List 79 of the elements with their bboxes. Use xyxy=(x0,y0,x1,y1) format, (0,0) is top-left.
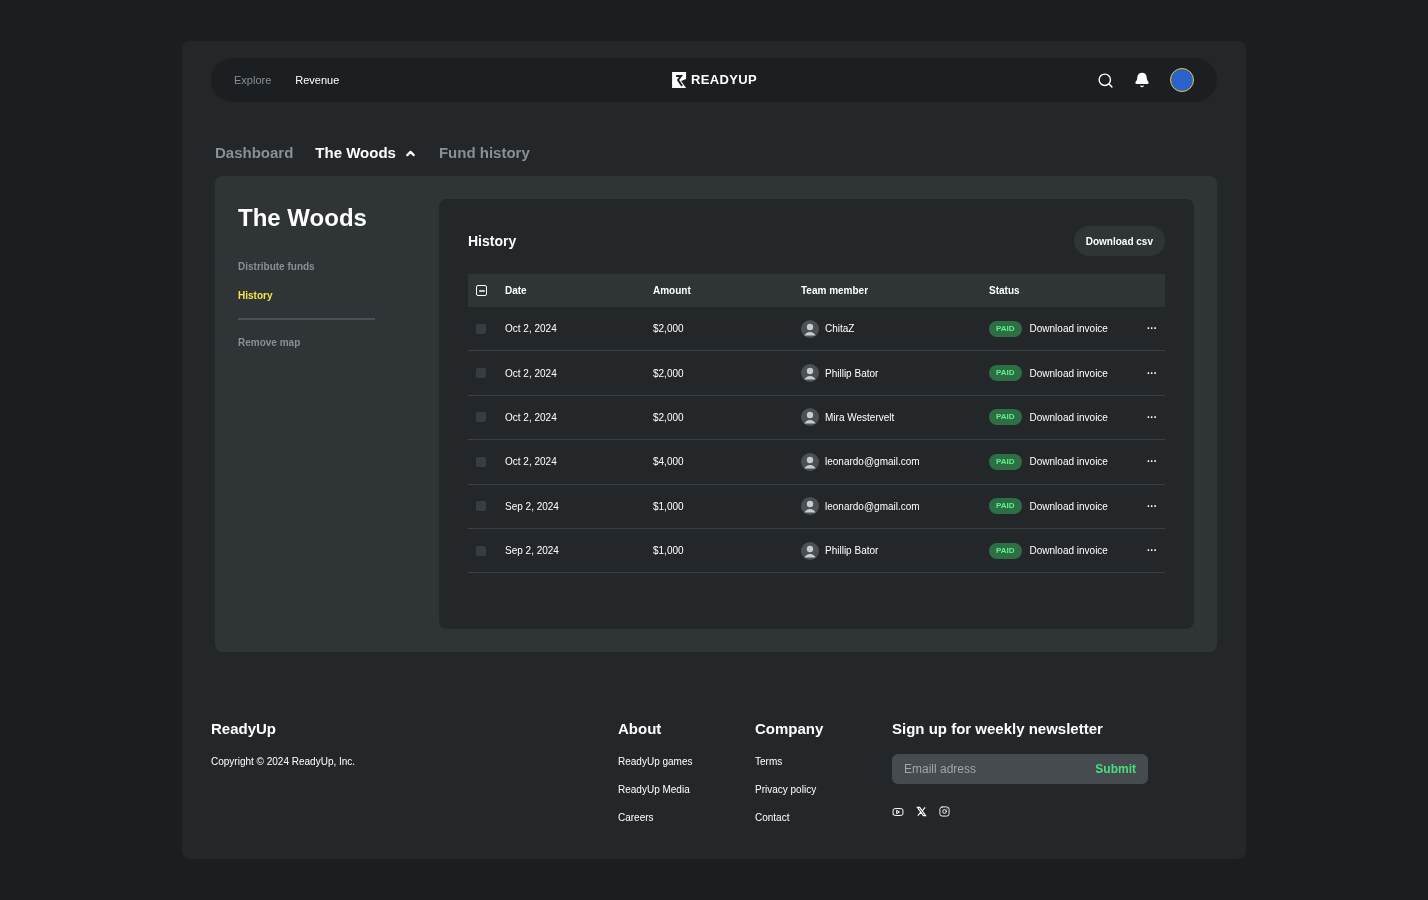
youtube-icon[interactable] xyxy=(892,805,904,818)
amount-cell-text: $2,000 xyxy=(653,366,685,381)
nav-link[interactable]: Revenue xyxy=(295,71,340,89)
date-cell-text: Oct 2, 2024 xyxy=(505,322,558,337)
download-invoice-link[interactable]: Download invoice xyxy=(1029,543,1108,559)
member-avatar xyxy=(801,364,819,383)
map-title: The Woods xyxy=(238,203,368,233)
row-menu-button[interactable]: ··· xyxy=(1147,543,1157,559)
page-tab[interactable]: The Woods xyxy=(315,141,417,165)
history-title: History xyxy=(468,231,517,251)
date-cell-text: Sep 2, 2024 xyxy=(505,499,560,514)
member-avatar xyxy=(801,497,819,516)
download-csv-button[interactable]: Download csv xyxy=(1073,226,1165,256)
status-badge: PAID xyxy=(989,498,1022,515)
select-all-checkbox[interactable] xyxy=(476,285,487,296)
member-name: leonardo@gmail.com xyxy=(825,499,920,514)
download-invoice-link[interactable]: Download invoice xyxy=(1029,409,1108,425)
footer-column-title: About xyxy=(618,719,663,739)
row-menu-button[interactable]: ··· xyxy=(1147,498,1157,514)
page-tab[interactable]: Fund history xyxy=(438,141,530,165)
newsletter-title: Sign up for weekly newsletter xyxy=(892,719,1104,739)
notification-bell-icon[interactable] xyxy=(1134,72,1150,88)
nav-link[interactable]: Explore xyxy=(234,71,272,89)
member-name: Phillip Bator xyxy=(825,366,879,381)
status-badge: PAID xyxy=(989,365,1022,382)
amount-cell-text: $1,000 xyxy=(653,544,685,559)
download-invoice-link[interactable]: Download invoice xyxy=(1029,454,1108,470)
row-menu-button[interactable]: ··· xyxy=(1147,365,1157,381)
footer-link[interactable]: Contact xyxy=(755,809,892,825)
email-field[interactable]: Emaill adress Submit xyxy=(892,753,1148,784)
sidebar-item[interactable]: History xyxy=(238,281,419,310)
status-badge: PAID xyxy=(989,453,1022,470)
row-menu-button[interactable]: ··· xyxy=(1147,321,1157,337)
footer-column-title: Company xyxy=(755,719,825,739)
sidebar-item[interactable]: Distribute funds xyxy=(238,252,419,281)
date-cell-text: Oct 2, 2024 xyxy=(505,410,558,425)
column-header: Team member xyxy=(801,284,870,298)
column-header: Status xyxy=(989,284,1020,298)
instagram-icon[interactable] xyxy=(939,806,950,817)
row-menu-button[interactable]: ··· xyxy=(1147,409,1157,425)
amount-cell-text: $1,000 xyxy=(653,499,685,514)
member-name: Mira Westervelt xyxy=(825,410,895,425)
member-name: Phillip Bator xyxy=(825,544,879,559)
member-avatar xyxy=(801,408,819,427)
submit-button[interactable]: Submit xyxy=(1095,759,1136,778)
member-name: leonardo@gmail.com xyxy=(825,455,920,470)
date-cell-text: Oct 2, 2024 xyxy=(505,366,558,381)
member-name: ChitaZ xyxy=(825,322,855,337)
footer-link[interactable]: Careers xyxy=(618,809,755,825)
search-icon[interactable] xyxy=(1097,71,1114,89)
page-tab[interactable]: Dashboard xyxy=(215,141,294,165)
column-header: Amount xyxy=(653,284,692,298)
member-avatar xyxy=(801,452,819,471)
download-invoice-link[interactable]: Download invoice xyxy=(1029,321,1108,337)
x-logo-icon[interactable] xyxy=(916,806,927,817)
status-badge: PAID xyxy=(989,320,1022,337)
amount-cell-text: $2,000 xyxy=(653,410,685,425)
footer-link[interactable]: ReadyUp games xyxy=(618,753,755,769)
amount-cell-text: $2,000 xyxy=(653,322,685,337)
logo-text: READYUP xyxy=(691,71,757,90)
download-invoice-link[interactable]: Download invoice xyxy=(1029,365,1108,381)
date-cell-text: Oct 2, 2024 xyxy=(505,455,558,470)
footer-link[interactable]: Privacy policy xyxy=(755,781,892,797)
status-badge: PAID xyxy=(989,409,1022,426)
sidebar-item[interactable]: Remove map xyxy=(238,328,419,357)
footer-link[interactable]: ReadyUp Media xyxy=(618,781,755,797)
footer-link[interactable]: Terms xyxy=(755,753,892,769)
member-avatar xyxy=(801,541,819,560)
row-menu-button[interactable]: ··· xyxy=(1147,454,1157,470)
logo-icon xyxy=(671,71,688,89)
copyright-text: Copyright © 2024 ReadyUp, Inc. xyxy=(211,754,357,769)
member-avatar xyxy=(801,319,819,338)
footer-brand: ReadyUp xyxy=(211,719,278,739)
user-avatar[interactable] xyxy=(1170,68,1194,92)
status-badge: PAID xyxy=(989,542,1022,559)
amount-cell-text: $4,000 xyxy=(653,455,685,470)
download-invoice-link[interactable]: Download invoice xyxy=(1029,498,1108,514)
column-header: Date xyxy=(505,284,528,298)
date-cell-text: Sep 2, 2024 xyxy=(505,544,560,559)
